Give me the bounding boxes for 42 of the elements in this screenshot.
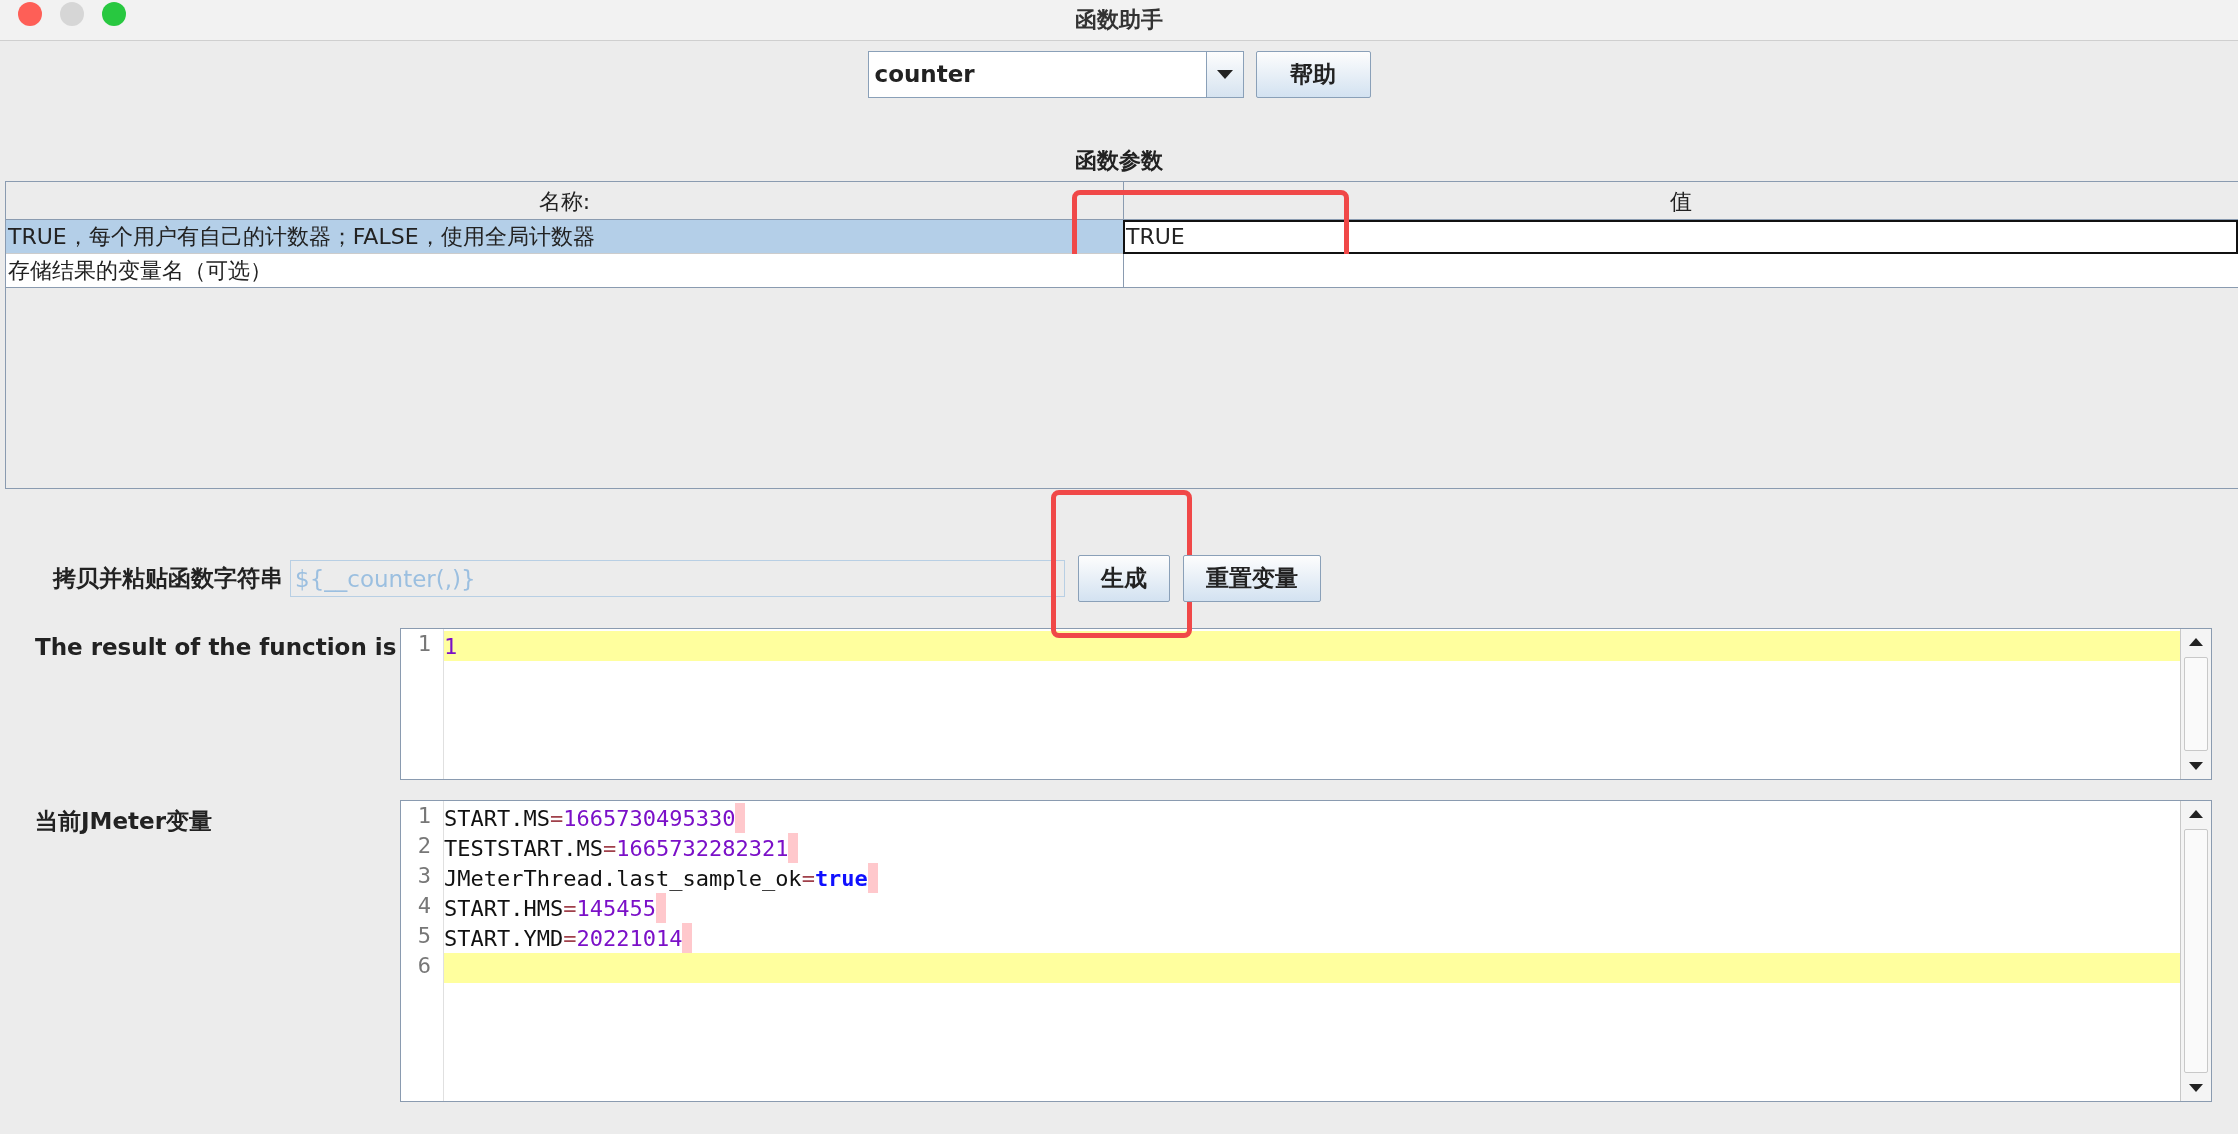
dropdown-caret-icon[interactable] — [1216, 70, 1233, 79]
close-button[interactable] — [18, 2, 42, 26]
column-header: 值 — [1123, 182, 2238, 220]
line-number: 1 — [416, 631, 431, 658]
variable-entry: JMeterThread.last_sample_ok=true — [444, 865, 868, 891]
trailing-space-marker — [867, 863, 878, 893]
trailing-space-marker — [735, 803, 746, 833]
line-number: 3 — [416, 863, 431, 890]
parameter-value-cell[interactable]: TRUE — [1123, 220, 2238, 254]
scrollbar[interactable] — [2180, 801, 2211, 1101]
line-number: 4 — [416, 893, 431, 920]
scroll-down-icon[interactable] — [2189, 1084, 2203, 1092]
window-title: 函数助手 — [1075, 6, 1163, 34]
scrollbar[interactable] — [2180, 629, 2211, 779]
parameter-name-cell[interactable]: 存储结果的变量名（可选） — [6, 254, 1123, 287]
variable-entry: START.YMD=20221014 — [444, 925, 683, 951]
variable-entry: TESTSTART.MS=1665732282321 — [444, 835, 789, 861]
section-label: 当前JMeter变量 — [35, 807, 213, 836]
trailing-space-marker — [655, 893, 666, 923]
scroll-down-icon[interactable] — [2189, 762, 2203, 770]
result-text-area[interactable]: 1 1 — [400, 628, 2212, 780]
scroll-up-icon[interactable] — [2189, 810, 2203, 818]
line-number: 6 — [416, 953, 431, 980]
parameter-name-cell[interactable]: TRUE，每个用户有自己的计数器；FALSE，使用全局计数器 — [6, 220, 1123, 254]
line-number: 1 — [416, 803, 431, 830]
variable-entry: START.MS=1665730495330 — [444, 805, 736, 831]
trailing-space-marker — [788, 833, 799, 863]
variables-text-area[interactable]: 1 2 3 4 5 6 START.MS=1665730495330 TESTSTART.MS=1665732282321 JMeterThread.last_sample_ok=true START.HMS=145455 START.YMD=20221014 — [400, 800, 2212, 1102]
reset-variables-button[interactable]: 重置变量 — [1183, 555, 1321, 602]
parameter-value-cell[interactable] — [1123, 254, 2238, 287]
scroll-up-icon[interactable] — [2189, 638, 2203, 646]
line-number: 5 — [416, 923, 431, 950]
variable-entry: START.HMS=145455 — [444, 895, 656, 921]
section-title: 函数参数 — [1074, 147, 1164, 175]
field-label: 拷贝并粘贴函数字符串 — [51, 564, 284, 593]
result-value: 1 — [444, 633, 458, 659]
trailing-space-marker — [682, 923, 693, 953]
line-number: 2 — [416, 833, 431, 860]
help-button[interactable]: 帮助 — [1255, 51, 1371, 98]
generate-button[interactable]: 生成 — [1078, 555, 1170, 602]
section-label: The result of the function is — [35, 633, 398, 662]
function-dropdown[interactable]: counter — [867, 51, 1244, 98]
